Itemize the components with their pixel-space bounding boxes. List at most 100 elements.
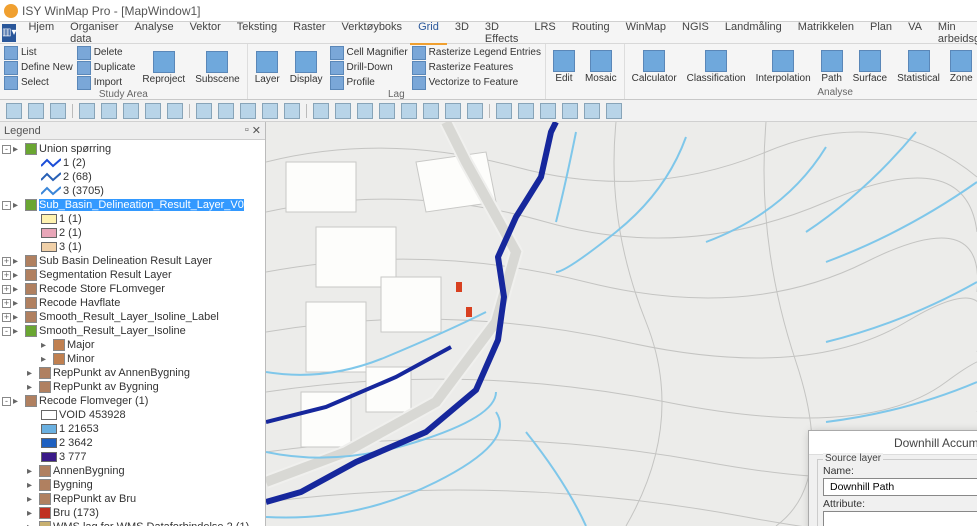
expand-toggle[interactable]: - (2, 145, 11, 154)
legend-item[interactable]: ▸Bygning (2, 478, 263, 492)
legend-item[interactable]: -▸Sub_Basin_Delineation_Result_Layer_V0 (2, 198, 263, 212)
legend-item[interactable]: 1 21653 (2, 422, 263, 436)
tb-icon[interactable] (101, 103, 117, 119)
tb-icon[interactable] (540, 103, 556, 119)
legend-item[interactable]: 1 (1) (2, 212, 263, 226)
menu-min-arbeidsgang[interactable]: Min arbeidsgang (930, 21, 977, 45)
legend-item[interactable]: 2 (68) (2, 170, 263, 184)
expand-toggle[interactable]: - (2, 201, 11, 210)
import-btn[interactable]: Import (77, 76, 136, 89)
expand-toggle[interactable]: + (2, 285, 11, 294)
interpolation-btn[interactable]: Interpolation (753, 46, 814, 87)
tb-icon[interactable] (262, 103, 278, 119)
vectorize-btn[interactable]: Vectorize to Feature (412, 76, 541, 89)
tb-icon[interactable] (518, 103, 534, 119)
menu-3d-effects[interactable]: 3D Effects (477, 21, 526, 45)
legend-item[interactable]: +▸Sub Basin Delineation Result Layer (2, 254, 263, 268)
legend-item[interactable]: ▸Bru (173) (2, 506, 263, 520)
legend-item[interactable]: +▸Smooth_Result_Layer_Isoline_Label (2, 310, 263, 324)
legend-item[interactable]: 3 777 (2, 450, 263, 464)
legend-item[interactable]: ▸Minor (2, 352, 263, 366)
legend-item[interactable]: 1 (2) (2, 156, 263, 170)
tb-icon[interactable] (379, 103, 395, 119)
legend-item[interactable]: ▸RepPunkt av Bru (2, 492, 263, 506)
legend-close-icon[interactable]: ✕ (252, 124, 261, 137)
menu-matrikkelen[interactable]: Matrikkelen (790, 21, 862, 45)
tb-icon[interactable] (6, 103, 22, 119)
tb-icon[interactable] (123, 103, 139, 119)
legend-item[interactable]: ▸RepPunkt av Bygning (2, 380, 263, 394)
layer-btn[interactable]: Layer (252, 46, 283, 89)
delete-btn[interactable]: Delete (77, 46, 136, 59)
menu-verktøyboks[interactable]: Verktøyboks (334, 21, 411, 45)
tb-icon[interactable] (145, 103, 161, 119)
subscene-btn[interactable]: Subscene (192, 46, 242, 89)
menu-ngis[interactable]: NGIS (674, 21, 717, 45)
source-name-select[interactable]: Downhill Path (823, 478, 977, 496)
tb-icon[interactable] (467, 103, 483, 119)
reproject-btn[interactable]: Reproject (139, 46, 188, 89)
expand-toggle[interactable]: + (2, 299, 11, 308)
rasterize-legend-btn[interactable]: Rasterize Legend Entries (412, 46, 541, 59)
legend-item[interactable]: +▸Segmentation Result Layer (2, 268, 263, 282)
expand-toggle[interactable]: + (2, 271, 11, 280)
menu-routing[interactable]: Routing (564, 21, 618, 45)
expand-toggle[interactable]: - (2, 327, 11, 336)
legend-item[interactable]: +▸Recode Havflate (2, 296, 263, 310)
tb-icon[interactable] (196, 103, 212, 119)
list-btn[interactable]: List (4, 46, 73, 59)
legend-item[interactable]: ▸Major (2, 338, 263, 352)
select-btn[interactable]: Select (4, 76, 73, 89)
expand-toggle[interactable]: + (2, 313, 11, 322)
tb-icon[interactable] (401, 103, 417, 119)
legend-tree[interactable]: -▸Union spørring1 (2)2 (68)3 (3705)-▸Sub… (0, 140, 265, 526)
classification-btn[interactable]: Classification (684, 46, 749, 87)
menu-hjem[interactable]: Hjem (20, 21, 62, 45)
profile-btn[interactable]: Profile (330, 76, 408, 89)
tb-icon[interactable] (79, 103, 95, 119)
path-btn[interactable]: Path (818, 46, 846, 87)
legend-item[interactable]: 3 (1) (2, 240, 263, 254)
legend-item[interactable]: 2 (1) (2, 226, 263, 240)
calculator-btn[interactable]: Calculator (629, 46, 680, 87)
legend-item[interactable]: 3 (3705) (2, 184, 263, 198)
tb-icon[interactable] (423, 103, 439, 119)
tb-icon[interactable] (445, 103, 461, 119)
menu-organiser-data[interactable]: Organiser data (62, 21, 126, 45)
tb-icon[interactable] (50, 103, 66, 119)
tb-icon[interactable] (313, 103, 329, 119)
tb-icon[interactable] (584, 103, 600, 119)
define-new-btn[interactable]: Define New (4, 61, 73, 74)
tb-icon[interactable] (167, 103, 183, 119)
tb-icon[interactable] (28, 103, 44, 119)
legend-item[interactable]: VOID 453928 (2, 408, 263, 422)
tb-icon[interactable] (606, 103, 622, 119)
menu-teksting[interactable]: Teksting (229, 21, 285, 45)
menu-3d[interactable]: 3D (447, 21, 477, 45)
legend-item[interactable]: -▸Smooth_Result_Layer_Isoline (2, 324, 263, 338)
cell-magnifier-btn[interactable]: Cell Magnifier (330, 46, 408, 59)
source-attribute-select[interactable] (823, 511, 977, 526)
legend-item[interactable]: ▸RepPunkt av AnnenBygning (2, 366, 263, 380)
expand-toggle[interactable]: + (2, 257, 11, 266)
legend-item[interactable]: 2 3642 (2, 436, 263, 450)
menu-lrs[interactable]: LRS (526, 21, 563, 45)
menu-vektor[interactable]: Vektor (182, 21, 229, 45)
drill-down-btn[interactable]: Drill-Down (330, 61, 408, 74)
tb-icon[interactable] (562, 103, 578, 119)
statistical-btn[interactable]: Statistical (894, 46, 943, 87)
rasterize-features-btn[interactable]: Rasterize Features (412, 61, 541, 74)
menu-plan[interactable]: Plan (862, 21, 900, 45)
legend-item[interactable]: -▸Union spørring (2, 142, 263, 156)
menu-raster[interactable]: Raster (285, 21, 333, 45)
expand-toggle[interactable]: - (2, 397, 11, 406)
legend-item[interactable]: +▸Recode Store FLomveger (2, 282, 263, 296)
file-menu[interactable]: ▥▾ (2, 24, 16, 42)
menu-grid[interactable]: Grid (410, 21, 447, 45)
menu-va[interactable]: VA (900, 21, 930, 45)
mosaic-btn[interactable]: Mosaic (582, 46, 620, 87)
menu-landmåling[interactable]: Landmåling (717, 21, 790, 45)
tb-icon[interactable] (218, 103, 234, 119)
display-btn[interactable]: Display (287, 46, 326, 89)
tb-icon[interactable] (240, 103, 256, 119)
